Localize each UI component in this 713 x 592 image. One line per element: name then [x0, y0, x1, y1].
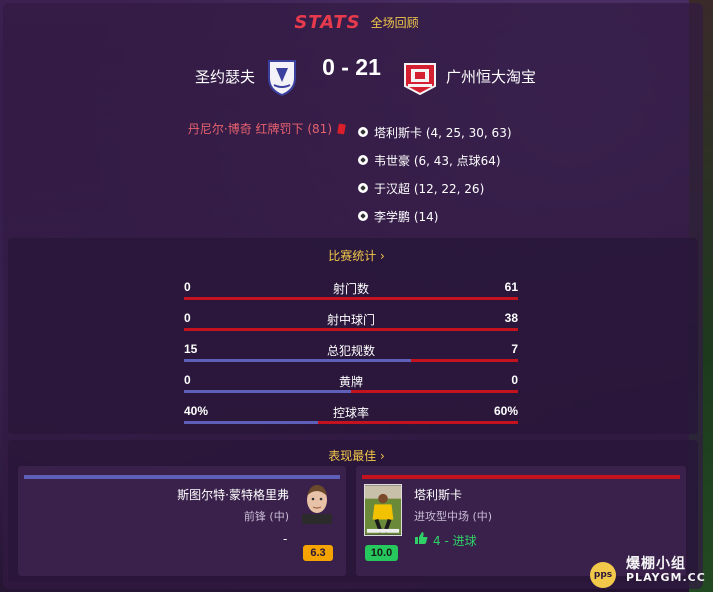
stats-subtitle[interactable]: 全场回顾 [371, 14, 419, 31]
home-player-position: 前锋 (中) [243, 510, 289, 523]
stats-header: STATS 全场回顾 [0, 12, 713, 33]
stat-away-value: 61 [504, 280, 518, 294]
stat-label: 射门数 [332, 282, 369, 296]
best-players-link[interactable]: 表现最佳 › [0, 447, 713, 464]
stat-bar [184, 421, 518, 424]
stat-bar [184, 297, 518, 300]
home-player-name[interactable]: 斯图尔特·蒙特格里弗 [177, 486, 289, 503]
scorer-item: 塔利斯卡 (4, 25, 30, 63) [358, 118, 558, 146]
away-player-contribution: 4 - 进球 [433, 534, 477, 548]
away-scorers-list: 塔利斯卡 (4, 25, 30, 63) 韦世豪 (6, 43, 点球64) 于… [358, 118, 558, 230]
stat-row-yellow-cards: 0 黄牌 0 [184, 373, 518, 397]
home-player-contribution: - [283, 532, 288, 546]
scorer-item: 韦世豪 (6, 43, 点球64) [358, 146, 558, 174]
stat-label: 黄牌 [338, 375, 363, 389]
football-icon [358, 183, 368, 193]
scorer-text: 于汉超 (12, 22, 26) [374, 181, 485, 196]
stat-row-fouls: 15 总犯规数 7 [184, 342, 518, 366]
stat-label: 总犯规数 [326, 344, 375, 358]
away-player-position: 进攻型中场 (中) [414, 510, 493, 523]
home-team-name[interactable]: 圣约瑟夫 [195, 66, 255, 87]
stat-away-value: 7 [511, 342, 518, 356]
home-color-stripe [24, 475, 340, 479]
away-player-name[interactable]: 塔利斯卡 [414, 486, 462, 503]
stat-row-possession: 40% 控球率 60% [184, 404, 518, 428]
football-icon [358, 155, 368, 165]
watermark-cn: 爆棚小组 [626, 556, 686, 572]
stat-bar [184, 359, 518, 362]
stat-row-shots: 0 射门数 61 [184, 280, 518, 304]
football-icon [358, 127, 368, 137]
scorer-item: 李学鹏 (14) [358, 202, 558, 230]
home-event-text: 丹尼尔·博奇 红牌罚下 (81) [187, 122, 332, 136]
away-color-stripe [362, 475, 680, 479]
stat-away-value: 38 [504, 311, 518, 325]
scorer-text: 塔利斯卡 (4, 25, 30, 63) [374, 125, 512, 140]
away-team-name[interactable]: 广州恒大淘宝 [446, 66, 536, 87]
watermark-logo-icon: pps [590, 562, 616, 588]
scorer-text: 李学鹏 (14) [374, 209, 439, 224]
scorer-text: 韦世豪 (6, 43, 点球64) [374, 153, 501, 168]
player-face-avatar [302, 485, 332, 524]
stat-bar [184, 328, 518, 331]
stats-logo: STATS [294, 12, 361, 33]
stat-away-value: 60% [493, 404, 518, 418]
stat-row-shots-on-target: 0 射中球门 38 [184, 311, 518, 335]
home-team-crest-icon [268, 60, 296, 96]
football-icon [358, 211, 368, 221]
watermark-en: PLAYGM.CC [626, 571, 706, 584]
stat-label: 控球率 [332, 406, 369, 420]
stat-bar-home-fill [184, 359, 412, 362]
match-score: 0 - 21 [322, 54, 381, 80]
stat-label: 射中球门 [326, 313, 375, 327]
home-best-player-card[interactable] [18, 466, 346, 576]
home-event-red-card: 丹尼尔·博奇 红牌罚下 (81) [187, 120, 346, 137]
player-photo-image [364, 484, 402, 536]
red-card-icon [337, 122, 346, 135]
thumbs-up-icon [415, 532, 428, 544]
stat-bar [184, 390, 518, 393]
stat-away-value: 0 [511, 373, 518, 387]
away-team-crest-icon [404, 63, 436, 96]
stat-bar-home-fill [184, 390, 351, 393]
match-stats-link[interactable]: 比赛统计 › [0, 247, 713, 264]
scorer-item: 于汉超 (12, 22, 26) [358, 174, 558, 202]
home-player-rating: 6.3 [303, 545, 333, 561]
away-player-rating: 10.0 [365, 545, 398, 561]
stat-bar-home-fill [184, 421, 318, 424]
